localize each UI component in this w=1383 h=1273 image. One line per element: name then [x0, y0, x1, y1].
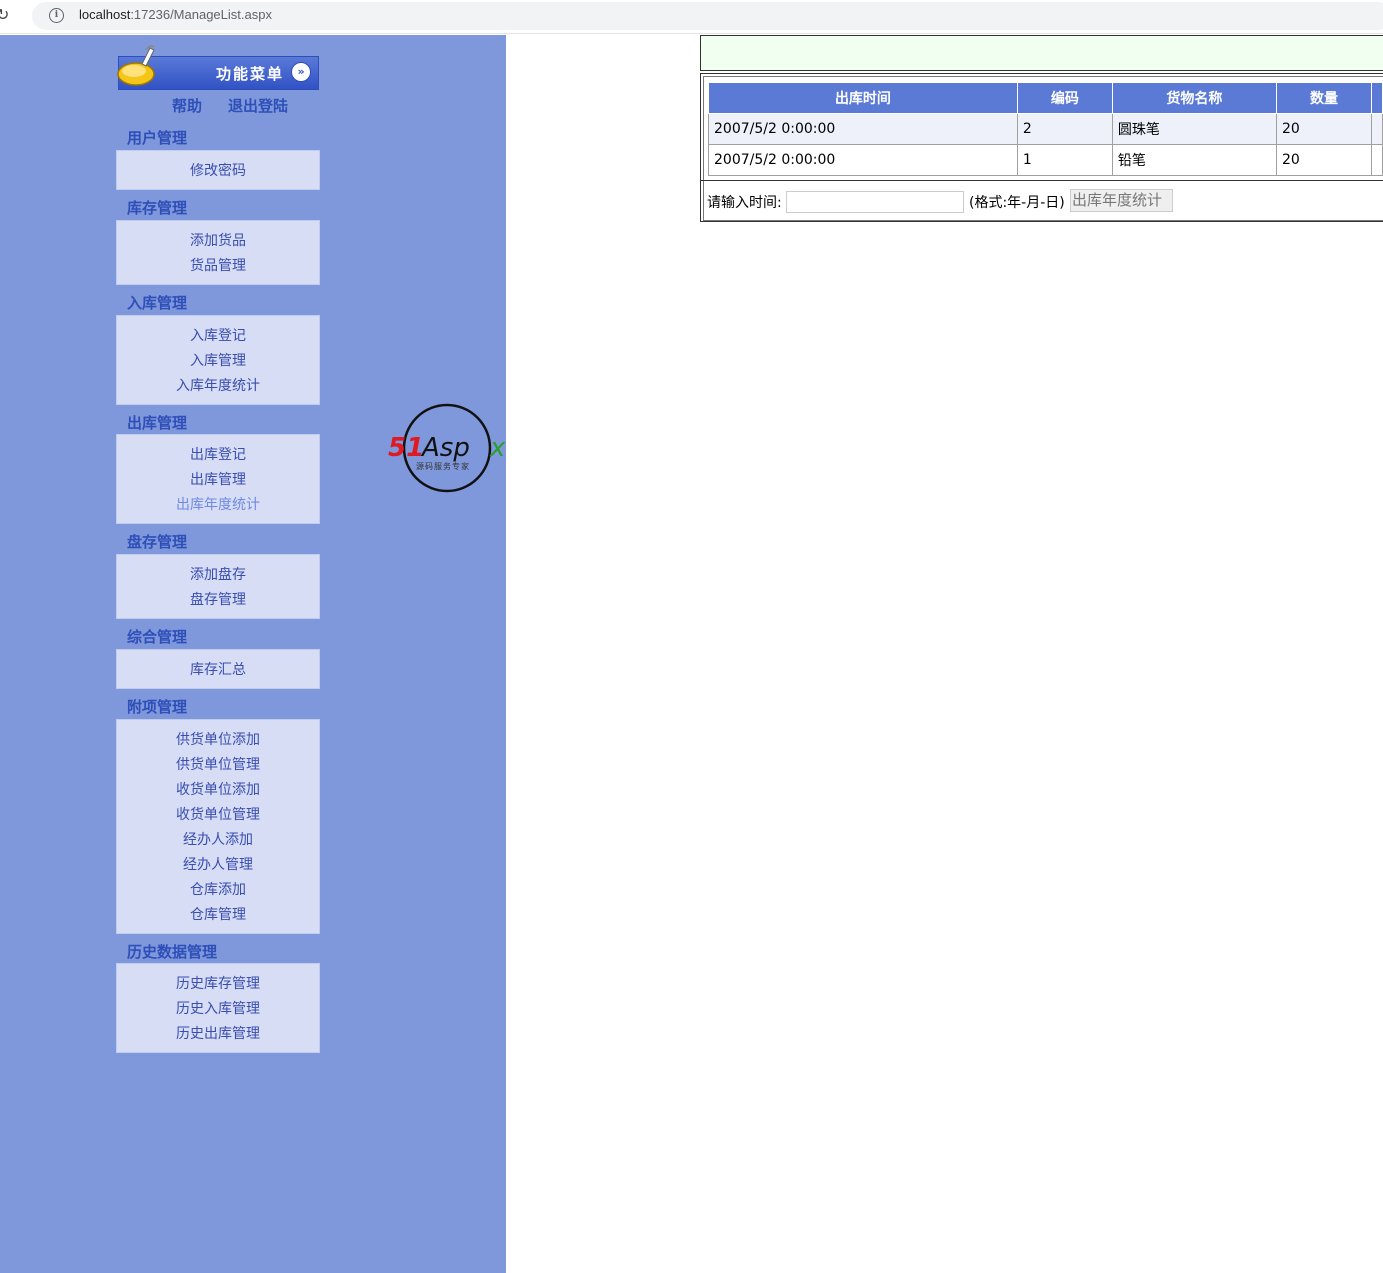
- section-box-history: 历史库存管理 历史入库管理 历史出库管理: [116, 963, 320, 1053]
- query-row: 请输入时间: (格式:年-月-日) 出库年度统计: [707, 189, 1173, 213]
- menu-item-stocktake-manage[interactable]: 盘存管理: [117, 588, 319, 613]
- menu-item-receiver-manage[interactable]: 收货单位管理: [117, 803, 319, 828]
- url-text[interactable]: localhost:17236/ManageList.aspx: [79, 7, 272, 22]
- sidebar: 功能菜单 » 帮助 退出登陆 用户管理 修改密码 库存管理 添加货品 货品管理 …: [0, 35, 506, 1273]
- section-title-inventory: 库存管理: [127, 199, 188, 217]
- format-hint: (格式:年-月-日): [969, 195, 1065, 211]
- menu-item-warehouse-add[interactable]: 仓库添加: [117, 878, 319, 903]
- section-title-stocktake: 盘存管理: [127, 533, 188, 551]
- menu-item-receiver-add[interactable]: 收货单位添加: [117, 778, 319, 803]
- col-header-quantity[interactable]: 数量: [1275, 82, 1373, 114]
- section-title-inbound: 入库管理: [127, 294, 188, 312]
- menu-item-outbound-manage[interactable]: 出库管理: [117, 468, 319, 493]
- svg-text:x: x: [489, 433, 506, 463]
- content-frame: 出库时间 编码 货物名称 数量 2007/5/2 0:00:00 2 圆珠笔 2…: [700, 73, 1383, 222]
- menu-item-outbound-register[interactable]: 出库登记: [117, 443, 319, 468]
- watermark-logo: 51 Asp x 源码服务专家: [388, 403, 506, 493]
- svg-text:51: 51: [388, 433, 424, 463]
- menu-item-handler-manage[interactable]: 经办人管理: [117, 853, 319, 878]
- info-icon[interactable]: i: [49, 8, 64, 23]
- cell-quantity: 20: [1275, 113, 1373, 145]
- section-box-outbound: 出库登记 出库管理 出库年度统计: [116, 434, 320, 524]
- cell-code: 1: [1016, 144, 1113, 176]
- menu-item-history-stock[interactable]: 历史库存管理: [117, 972, 319, 997]
- help-link[interactable]: 帮助: [172, 95, 202, 116]
- date-input[interactable]: [786, 191, 964, 213]
- outbound-yearly-stats-button[interactable]: 出库年度统计: [1070, 189, 1173, 212]
- menu-title: 功能菜单: [216, 65, 285, 83]
- menu-item-add-goods[interactable]: 添加货品: [117, 229, 319, 254]
- cell-code: 2: [1016, 113, 1113, 145]
- reload-icon[interactable]: ↻: [0, 5, 10, 25]
- section-title-auxiliary: 附项管理: [127, 698, 188, 716]
- section-box-inbound: 入库登记 入库管理 入库年度统计: [116, 315, 320, 405]
- cell-name: 铅笔: [1111, 144, 1277, 176]
- cell-extra: [1371, 113, 1383, 145]
- menu-item-add-stocktake[interactable]: 添加盘存: [117, 563, 319, 588]
- cell-time: 2007/5/2 0:00:00: [708, 144, 1018, 176]
- menu-item-supplier-manage[interactable]: 供货单位管理: [117, 753, 319, 778]
- query-label: 请输入时间:: [707, 195, 782, 211]
- col-header-code[interactable]: 编码: [1016, 82, 1113, 114]
- menu-folder-icon: [117, 45, 155, 86]
- col-header-extra: [1371, 82, 1383, 114]
- outbound-grid: 出库时间 编码 货物名称 数量 2007/5/2 0:00:00 2 圆珠笔 2…: [708, 82, 1383, 176]
- section-title-history: 历史数据管理: [127, 943, 218, 961]
- menu-item-supplier-add[interactable]: 供货单位添加: [117, 728, 319, 753]
- section-title-user: 用户管理: [127, 129, 188, 147]
- section-title-outbound: 出库管理: [127, 414, 188, 432]
- menu-item-history-outbound[interactable]: 历史出库管理: [117, 1022, 319, 1047]
- menu-item-goods-manage[interactable]: 货品管理: [117, 254, 319, 279]
- section-title-general: 综合管理: [127, 628, 188, 646]
- col-header-name[interactable]: 货物名称: [1111, 82, 1277, 114]
- section-box-user: 修改密码: [116, 150, 320, 190]
- cell-time: 2007/5/2 0:00:00: [708, 113, 1018, 145]
- menu-item-inbound-register[interactable]: 入库登记: [117, 324, 319, 349]
- section-box-auxiliary: 供货单位添加 供货单位管理 收货单位添加 收货单位管理 经办人添加 经办人管理 …: [116, 719, 320, 934]
- menu-item-change-password[interactable]: 修改密码: [117, 159, 319, 184]
- divider: [701, 180, 1383, 181]
- menu-item-handler-add[interactable]: 经办人添加: [117, 828, 319, 853]
- table-row: 2007/5/2 0:00:00 1 铅笔 20: [708, 144, 1383, 176]
- top-banner-bar: [700, 35, 1383, 74]
- menu-item-stock-summary[interactable]: 库存汇总: [117, 658, 319, 683]
- menu-item-outbound-yearly[interactable]: 出库年度统计: [117, 493, 319, 518]
- collapse-icon[interactable]: »: [291, 62, 311, 82]
- watermark-tagline: 源码服务专家: [416, 461, 470, 471]
- section-box-inventory: 添加货品 货品管理: [116, 220, 320, 285]
- table-row: 2007/5/2 0:00:00 2 圆珠笔 20: [708, 113, 1383, 145]
- logout-link[interactable]: 退出登陆: [228, 95, 288, 116]
- menu-item-inbound-manage[interactable]: 入库管理: [117, 349, 319, 374]
- menu-item-inbound-yearly[interactable]: 入库年度统计: [117, 374, 319, 399]
- browser-address-bar: ↻ i localhost:17236/ManageList.aspx: [0, 0, 1383, 34]
- col-header-time[interactable]: 出库时间: [708, 82, 1018, 114]
- menu-item-history-inbound[interactable]: 历史入库管理: [117, 997, 319, 1022]
- cell-extra: [1371, 144, 1383, 176]
- svg-text:Asp: Asp: [420, 433, 470, 463]
- url-path: :17236/ManageList.aspx: [130, 7, 272, 22]
- cell-name: 圆珠笔: [1111, 113, 1277, 145]
- menu-item-warehouse-manage[interactable]: 仓库管理: [117, 903, 319, 928]
- section-box-stocktake: 添加盘存 盘存管理: [116, 554, 320, 619]
- url-host: localhost: [79, 7, 131, 22]
- section-box-general: 库存汇总: [116, 649, 320, 689]
- grid-header-row: 出库时间 编码 货物名称 数量: [708, 82, 1383, 114]
- cell-quantity: 20: [1275, 144, 1373, 176]
